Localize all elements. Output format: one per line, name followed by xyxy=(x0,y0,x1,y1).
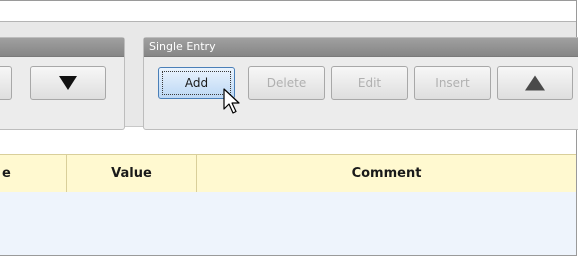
insert-button[interactable]: Insert xyxy=(414,66,491,100)
delete-button[interactable]: Delete xyxy=(248,66,325,100)
edit-button[interactable]: Edit xyxy=(331,66,408,100)
window-frame: Single Entry Add Delete Edit Insert e Va… xyxy=(0,0,578,256)
column-header-comment[interactable]: Comment xyxy=(197,155,576,192)
delete-button-label: Delete xyxy=(266,76,307,90)
table-body[interactable] xyxy=(0,192,576,255)
group-header-left xyxy=(0,38,124,57)
add-button-label: Add xyxy=(184,76,209,90)
insert-button-label: Insert xyxy=(435,76,470,90)
table-header: e Value Comment xyxy=(0,154,576,193)
move-down-button[interactable] xyxy=(30,66,106,100)
column-header-value[interactable]: Value xyxy=(67,155,196,192)
add-button[interactable]: Add xyxy=(158,67,235,99)
down-triangle-icon xyxy=(59,76,77,90)
up-triangle-icon xyxy=(525,75,545,91)
toolbar: Single Entry Add Delete Edit Insert xyxy=(0,21,578,130)
edit-button-label: Edit xyxy=(357,76,382,90)
move-up-button[interactable] xyxy=(497,66,573,100)
partial-left-button[interactable] xyxy=(0,66,12,100)
single-entry-group-title: Single Entry xyxy=(144,38,578,57)
column-header-name[interactable]: e xyxy=(0,155,24,192)
